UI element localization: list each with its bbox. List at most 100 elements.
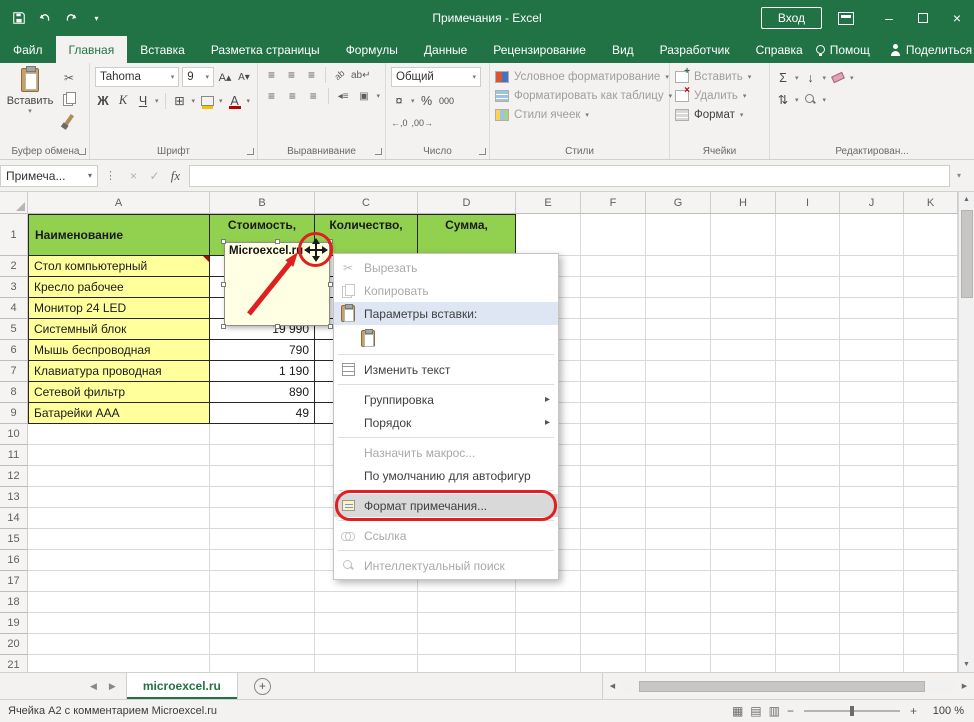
- cell-G8[interactable]: [646, 382, 711, 403]
- redo-icon[interactable]: [62, 10, 79, 27]
- cell-C18[interactable]: [315, 592, 418, 613]
- cell-G4[interactable]: [646, 298, 711, 319]
- cell-C19[interactable]: [315, 613, 418, 634]
- orientation-button[interactable]: ab: [330, 66, 349, 85]
- cell-K19[interactable]: [904, 613, 958, 634]
- cell-B20[interactable]: [210, 634, 315, 655]
- cell-F17[interactable]: [581, 571, 646, 592]
- italic-button[interactable]: К: [115, 92, 131, 109]
- customize-toolbar-icon[interactable]: ▾: [88, 10, 105, 27]
- cell-styles-button[interactable]: Стили ячеек▾: [495, 105, 664, 124]
- cell-D1[interactable]: Сумма,: [418, 214, 516, 256]
- row-header-20[interactable]: 20: [0, 634, 28, 655]
- column-header-K[interactable]: K: [904, 192, 958, 214]
- dialog-launcher-icon[interactable]: [247, 148, 254, 155]
- cell-A14[interactable]: [28, 508, 210, 529]
- cell-E19[interactable]: [516, 613, 581, 634]
- cell-A8[interactable]: Сетевой фильтр: [28, 382, 210, 403]
- column-header-A[interactable]: A: [28, 192, 210, 214]
- normal-view-button[interactable]: ▦: [732, 704, 743, 718]
- cell-B14[interactable]: [210, 508, 315, 529]
- cell-F6[interactable]: [581, 340, 646, 361]
- cell-G13[interactable]: [646, 487, 711, 508]
- tab-data[interactable]: Данные: [411, 36, 480, 63]
- insert-cells-button[interactable]: Вставить▾: [675, 67, 764, 86]
- cell-A18[interactable]: [28, 592, 210, 613]
- cell-I21[interactable]: [776, 655, 840, 672]
- sort-filter-button[interactable]: ⇅: [775, 91, 791, 108]
- fill-color-button[interactable]: [199, 92, 215, 109]
- cell-K8[interactable]: [904, 382, 958, 403]
- cell-I19[interactable]: [776, 613, 840, 634]
- decrease-font-button[interactable]: А▾: [236, 69, 252, 86]
- row-header-16[interactable]: 16: [0, 550, 28, 571]
- cell-I8[interactable]: [776, 382, 840, 403]
- cell-C20[interactable]: [315, 634, 418, 655]
- cell-F11[interactable]: [581, 445, 646, 466]
- cell-B21[interactable]: [210, 655, 315, 672]
- cell-F12[interactable]: [581, 466, 646, 487]
- paste-button[interactable]: Вставить ▾: [7, 67, 53, 128]
- dialog-launcher-icon[interactable]: [79, 148, 86, 155]
- menu-item-grouping[interactable]: Группировка▸: [334, 388, 558, 411]
- formula-bar-splitter[interactable]: ⋮: [98, 169, 123, 182]
- align-center-button[interactable]: ≡: [284, 89, 301, 103]
- cell-I5[interactable]: [776, 319, 840, 340]
- cell-K13[interactable]: [904, 487, 958, 508]
- align-right-button[interactable]: ≡: [305, 89, 322, 103]
- cell-K11[interactable]: [904, 445, 958, 466]
- signin-button[interactable]: Вход: [761, 7, 822, 29]
- zoom-out-button[interactable]: −: [787, 704, 794, 718]
- cell-G14[interactable]: [646, 508, 711, 529]
- horizontal-scrollbar[interactable]: ◀ ▶: [602, 673, 974, 699]
- cell-J14[interactable]: [840, 508, 904, 529]
- copy-button[interactable]: [57, 90, 81, 107]
- cell-F20[interactable]: [581, 634, 646, 655]
- cell-H16[interactable]: [711, 550, 776, 571]
- cell-H2[interactable]: [711, 256, 776, 277]
- align-middle-button[interactable]: ≡: [283, 68, 300, 82]
- cell-H17[interactable]: [711, 571, 776, 592]
- cell-K14[interactable]: [904, 508, 958, 529]
- cell-I10[interactable]: [776, 424, 840, 445]
- horizontal-scroll-track[interactable]: [622, 681, 955, 692]
- cell-I17[interactable]: [776, 571, 840, 592]
- cell-J8[interactable]: [840, 382, 904, 403]
- row-header-8[interactable]: 8: [0, 382, 28, 403]
- cell-A11[interactable]: [28, 445, 210, 466]
- decrease-indent-button[interactable]: ◂≡: [335, 91, 352, 102]
- zoom-in-button[interactable]: +: [910, 704, 917, 718]
- cell-G6[interactable]: [646, 340, 711, 361]
- cell-G1[interactable]: [646, 214, 711, 256]
- menu-item-edit-text[interactable]: Изменить текст: [334, 358, 558, 381]
- next-sheet-icon[interactable]: ▶: [103, 681, 122, 692]
- cell-A6[interactable]: Мышь беспроводная: [28, 340, 210, 361]
- cell-I18[interactable]: [776, 592, 840, 613]
- column-header-I[interactable]: I: [776, 192, 840, 214]
- cell-J19[interactable]: [840, 613, 904, 634]
- font-color-button[interactable]: А: [227, 92, 243, 109]
- cell-H21[interactable]: [711, 655, 776, 672]
- resize-handle[interactable]: [275, 239, 280, 244]
- cell-F7[interactable]: [581, 361, 646, 382]
- cell-I2[interactable]: [776, 256, 840, 277]
- wrap-text-button[interactable]: ab↵: [351, 70, 368, 81]
- clear-button[interactable]: [830, 69, 846, 86]
- cell-G15[interactable]: [646, 529, 711, 550]
- find-select-button[interactable]: [803, 91, 819, 108]
- maximize-button[interactable]: [906, 0, 940, 36]
- cell-J11[interactable]: [840, 445, 904, 466]
- row-header-2[interactable]: 2: [0, 256, 28, 277]
- align-left-button[interactable]: ≡: [263, 89, 280, 103]
- cell-I9[interactable]: [776, 403, 840, 424]
- tab-view[interactable]: Вид: [599, 36, 647, 63]
- cell-G19[interactable]: [646, 613, 711, 634]
- cell-J7[interactable]: [840, 361, 904, 382]
- formula-input[interactable]: [189, 165, 950, 187]
- cell-H8[interactable]: [711, 382, 776, 403]
- cell-I6[interactable]: [776, 340, 840, 361]
- cell-J13[interactable]: [840, 487, 904, 508]
- underline-button[interactable]: Ч: [135, 92, 151, 109]
- cell-F15[interactable]: [581, 529, 646, 550]
- cell-G11[interactable]: [646, 445, 711, 466]
